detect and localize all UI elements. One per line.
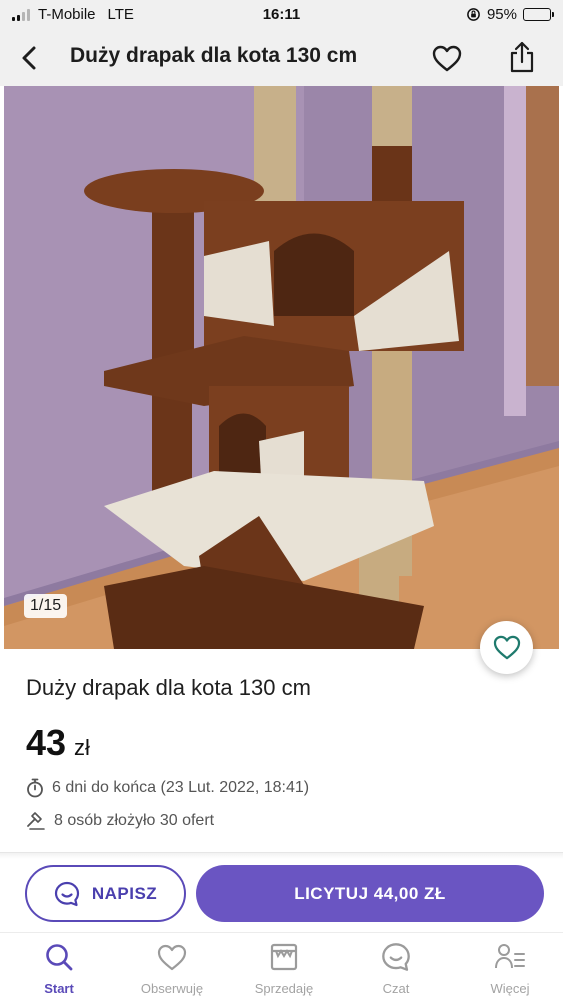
photo-counter: 1/15 bbox=[24, 594, 68, 618]
tab-more[interactable]: Więcej bbox=[460, 941, 560, 997]
tab-observed[interactable]: Obserwuję bbox=[122, 941, 222, 997]
battery-icon bbox=[523, 8, 554, 21]
tab-observed-label: Obserwuję bbox=[140, 981, 204, 996]
profile-menu-icon bbox=[494, 941, 526, 973]
favorite-button[interactable] bbox=[430, 41, 464, 75]
observe-button[interactable] bbox=[480, 621, 533, 674]
message-button-label: NAPISZ bbox=[91, 883, 158, 903]
signal-icon bbox=[12, 8, 30, 21]
cat-tree-photo bbox=[4, 86, 559, 649]
heart-icon bbox=[493, 635, 520, 660]
tab-chat[interactable]: Czat bbox=[346, 941, 446, 997]
status-left: T-Mobile LTE bbox=[12, 6, 134, 23]
search-icon bbox=[43, 941, 75, 973]
status-bar: T-Mobile LTE 16:11 95% bbox=[0, 0, 563, 30]
bids-row: 8 osób złożyło 30 ofert bbox=[26, 811, 214, 831]
chat-icon bbox=[380, 941, 412, 973]
chat-bubble-icon bbox=[54, 881, 79, 906]
network-type: LTE bbox=[107, 6, 134, 23]
tab-chat-label: Czat bbox=[382, 981, 410, 996]
store-icon bbox=[268, 941, 300, 973]
chevron-left-icon bbox=[22, 46, 36, 70]
action-bar-shadow bbox=[0, 853, 563, 859]
share-icon bbox=[510, 41, 534, 73]
status-right: 95% bbox=[466, 6, 554, 23]
gavel-icon bbox=[27, 812, 45, 830]
tab-start-label: Start bbox=[44, 981, 74, 996]
carrier-name: T-Mobile bbox=[38, 6, 96, 23]
time-left-text: 6 dni do końca (23 Lut. 2022, 18:41) bbox=[52, 779, 310, 796]
bids-text: 8 osób złożyło 30 ofert bbox=[54, 812, 215, 829]
heart-icon bbox=[156, 941, 188, 973]
back-button[interactable] bbox=[14, 42, 46, 74]
heart-icon bbox=[432, 45, 462, 71]
message-button[interactable]: NAPISZ bbox=[25, 865, 186, 922]
listing-title: Duży drapak dla kota 130 cm bbox=[26, 675, 311, 700]
tab-more-label: Więcej bbox=[490, 981, 530, 996]
time-left-row: 6 dni do końca (23 Lut. 2022, 18:41) bbox=[26, 778, 309, 798]
price: 43 zł bbox=[26, 722, 90, 764]
orientation-lock-icon bbox=[467, 8, 480, 21]
price-value: 43 bbox=[26, 722, 67, 763]
product-photo[interactable] bbox=[4, 86, 559, 649]
top-navigation-bar: Duży drapak dla kota 130 cm bbox=[0, 30, 563, 86]
tab-selling-label: Sprzedaję bbox=[254, 981, 314, 996]
bottom-tab-bar: Start Obserwuję Sprzedaję Czat Więcej bbox=[0, 932, 563, 998]
bid-button[interactable]: LICYTUJ 44,00 ZŁ bbox=[196, 865, 544, 922]
page-title: Duży drapak dla kota 130 cm bbox=[70, 44, 358, 67]
bid-button-label: LICYTUJ 44,00 ZŁ bbox=[294, 883, 446, 903]
tab-selling[interactable]: Sprzedaję bbox=[234, 941, 334, 997]
stopwatch-icon bbox=[27, 778, 43, 798]
battery-percent: 95% bbox=[486, 6, 517, 23]
share-button[interactable] bbox=[505, 40, 539, 74]
price-currency: zł bbox=[74, 735, 90, 760]
tab-start[interactable]: Start bbox=[9, 941, 109, 997]
